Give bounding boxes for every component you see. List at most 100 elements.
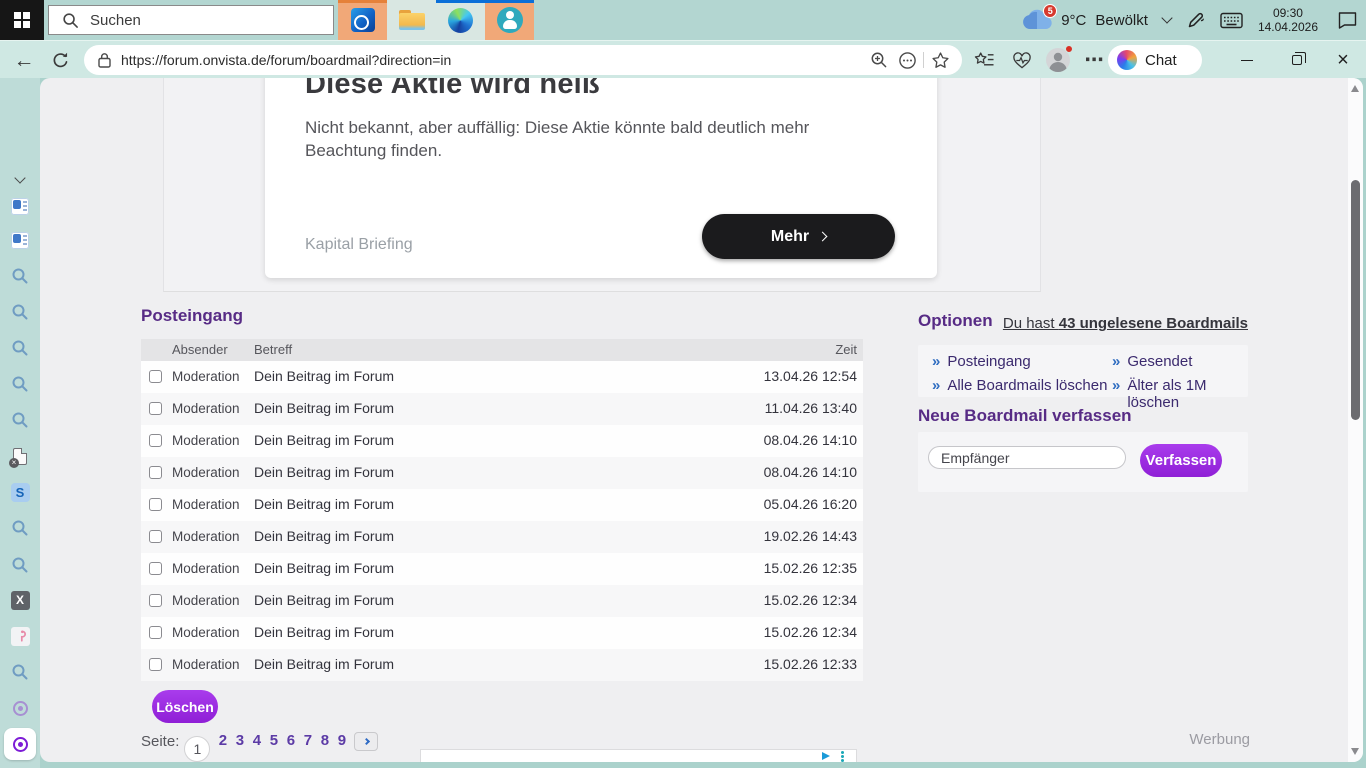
- scroll-up-arrow[interactable]: [1351, 85, 1359, 92]
- copilot-chat-button[interactable]: Chat: [1108, 45, 1202, 75]
- ad-more-button[interactable]: Mehr: [702, 214, 895, 259]
- taskbar-app-file-explorer[interactable]: [387, 0, 436, 40]
- ad-card[interactable]: Diese Aktie wird heiß Nicht bekannt, abe…: [265, 78, 937, 278]
- pagination-page-link[interactable]: 7: [299, 732, 316, 749]
- zoom-page-icon[interactable]: [865, 47, 893, 73]
- tab-search-8[interactable]: [6, 658, 34, 686]
- link-gesendet[interactable]: »Gesendet: [1112, 353, 1192, 370]
- adchoices-icon[interactable]: [822, 752, 830, 760]
- row-subject[interactable]: Dein Beitrag im Forum: [254, 656, 394, 672]
- tab-error-page[interactable]: [6, 442, 34, 470]
- pagination-current-page[interactable]: 1: [184, 736, 210, 762]
- profile-button[interactable]: [1042, 45, 1074, 75]
- row-subject[interactable]: Dein Beitrag im Forum: [254, 400, 394, 416]
- file-explorer-icon: [399, 10, 425, 30]
- tab-search-5[interactable]: [6, 406, 34, 434]
- row-checkbox[interactable]: [149, 658, 162, 671]
- tab-search-6[interactable]: [6, 514, 34, 542]
- row-checkbox[interactable]: [149, 498, 162, 511]
- row-time: 13.04.26 12:54: [764, 368, 857, 384]
- tab-search-4[interactable]: [6, 370, 34, 398]
- row-checkbox[interactable]: [149, 434, 162, 447]
- pagination-page-link[interactable]: 5: [265, 732, 282, 749]
- teal-person-app-icon: [497, 7, 523, 33]
- row-checkbox[interactable]: [149, 402, 162, 415]
- row-time: 15.02.26 12:34: [764, 624, 857, 640]
- row-checkbox[interactable]: [149, 594, 162, 607]
- tab-news-site-2[interactable]: [6, 226, 34, 254]
- delete-button[interactable]: Löschen: [152, 690, 218, 723]
- address-bar[interactable]: https://forum.onvista.de/forum/boardmail…: [84, 45, 962, 75]
- pagination-page-link[interactable]: 9: [333, 732, 350, 749]
- restore-button[interactable]: [1276, 41, 1318, 79]
- tab-search-2[interactable]: [6, 298, 34, 326]
- browser-essentials-button[interactable]: [1006, 45, 1038, 75]
- favorite-star-icon[interactable]: [926, 47, 954, 73]
- refresh-button[interactable]: [44, 45, 76, 75]
- back-button[interactable]: ←: [8, 45, 40, 75]
- unread-boardmails-link[interactable]: Du hast 43 ungelesene Boardmails: [918, 315, 1248, 332]
- taskbar-app-teal-person[interactable]: [485, 0, 534, 40]
- pagination-page-link[interactable]: 3: [231, 732, 248, 749]
- row-subject[interactable]: Dein Beitrag im Forum: [254, 592, 394, 608]
- row-subject[interactable]: Dein Beitrag im Forum: [254, 624, 394, 640]
- settings-more-button[interactable]: ⋯: [1078, 45, 1110, 75]
- ad-options-dots-icon[interactable]: [841, 751, 844, 754]
- minimize-button[interactable]: [1226, 41, 1268, 79]
- tab-s-app[interactable]: S: [6, 478, 34, 506]
- pagination-page-link[interactable]: 6: [282, 732, 299, 749]
- link-alle-boardmails-loeschen[interactable]: »Alle Boardmails löschen: [932, 377, 1107, 394]
- row-time: 08.04.26 14:10: [764, 464, 857, 480]
- row-subject[interactable]: Dein Beitrag im Forum: [254, 496, 394, 512]
- tab-news-site-1[interactable]: [6, 192, 34, 220]
- link-aelter-als-1m-loeschen[interactable]: »Älter als 1M löschen: [1112, 377, 1248, 411]
- tab-onvista-1[interactable]: [6, 694, 34, 722]
- mail-table: Absender Betreff Zeit ModerationDein Bei…: [141, 339, 863, 681]
- row-checkbox[interactable]: [149, 370, 162, 383]
- row-checkbox[interactable]: [149, 466, 162, 479]
- tab-search-7[interactable]: [6, 551, 34, 579]
- row-subject[interactable]: Dein Beitrag im Forum: [254, 368, 394, 384]
- scrollbar-thumb[interactable]: [1351, 180, 1360, 420]
- taskbar-app-edge[interactable]: [436, 0, 485, 40]
- touch-keyboard-icon[interactable]: [1220, 12, 1243, 29]
- row-checkbox[interactable]: [149, 626, 162, 639]
- favorites-list-button[interactable]: [968, 45, 1000, 75]
- row-subject[interactable]: Dein Beitrag im Forum: [254, 560, 394, 576]
- close-button[interactable]: ×: [1322, 41, 1364, 79]
- scroll-down-arrow[interactable]: [1351, 748, 1359, 755]
- row-subject[interactable]: Dein Beitrag im Forum: [254, 432, 394, 448]
- link-posteingang[interactable]: »Posteingang: [932, 353, 1031, 370]
- pagination-page-link[interactable]: 2: [214, 732, 231, 749]
- row-subject[interactable]: Dein Beitrag im Forum: [254, 528, 394, 544]
- recipient-input[interactable]: [928, 446, 1126, 469]
- compose-button[interactable]: Verfassen: [1140, 444, 1222, 477]
- taskbar-clock[interactable]: 09:30 14.04.2026: [1258, 6, 1318, 34]
- collapse-tabs-button[interactable]: [6, 164, 34, 192]
- pen-icon[interactable]: [1186, 11, 1205, 30]
- pagination-next-button[interactable]: [354, 732, 378, 751]
- taskbar-search[interactable]: Suchen: [48, 5, 334, 35]
- tab-x-twitter[interactable]: X: [6, 586, 34, 614]
- row-subject[interactable]: Dein Beitrag im Forum: [254, 464, 394, 480]
- url-text[interactable]: https://forum.onvista.de/forum/boardmail…: [121, 52, 865, 68]
- taskbar-app-outlook[interactable]: [338, 0, 387, 40]
- row-sender: Moderation: [172, 657, 240, 672]
- tab-search-3[interactable]: [6, 334, 34, 362]
- page-scrollbar[interactable]: [1348, 78, 1363, 762]
- tab-onvista-active[interactable]: [4, 728, 36, 760]
- notification-center-icon[interactable]: [1337, 11, 1358, 30]
- taskbar-weather-widget[interactable]: 5 9°C Bewölkt: [1021, 9, 1148, 31]
- pagination-page-link[interactable]: 4: [248, 732, 265, 749]
- back-arrow-icon: ←: [14, 50, 35, 71]
- divider: [923, 52, 924, 68]
- reader-options-icon[interactable]: [893, 47, 921, 73]
- tab-search-1[interactable]: [6, 262, 34, 290]
- pagination-page-link[interactable]: 8: [316, 732, 333, 749]
- row-checkbox[interactable]: [149, 530, 162, 543]
- start-button[interactable]: [0, 0, 44, 40]
- row-checkbox[interactable]: [149, 562, 162, 575]
- tab-flamingo-site[interactable]: [6, 622, 34, 650]
- tray-overflow-chevron[interactable]: [1163, 14, 1171, 22]
- windows-logo-icon: [14, 12, 30, 28]
